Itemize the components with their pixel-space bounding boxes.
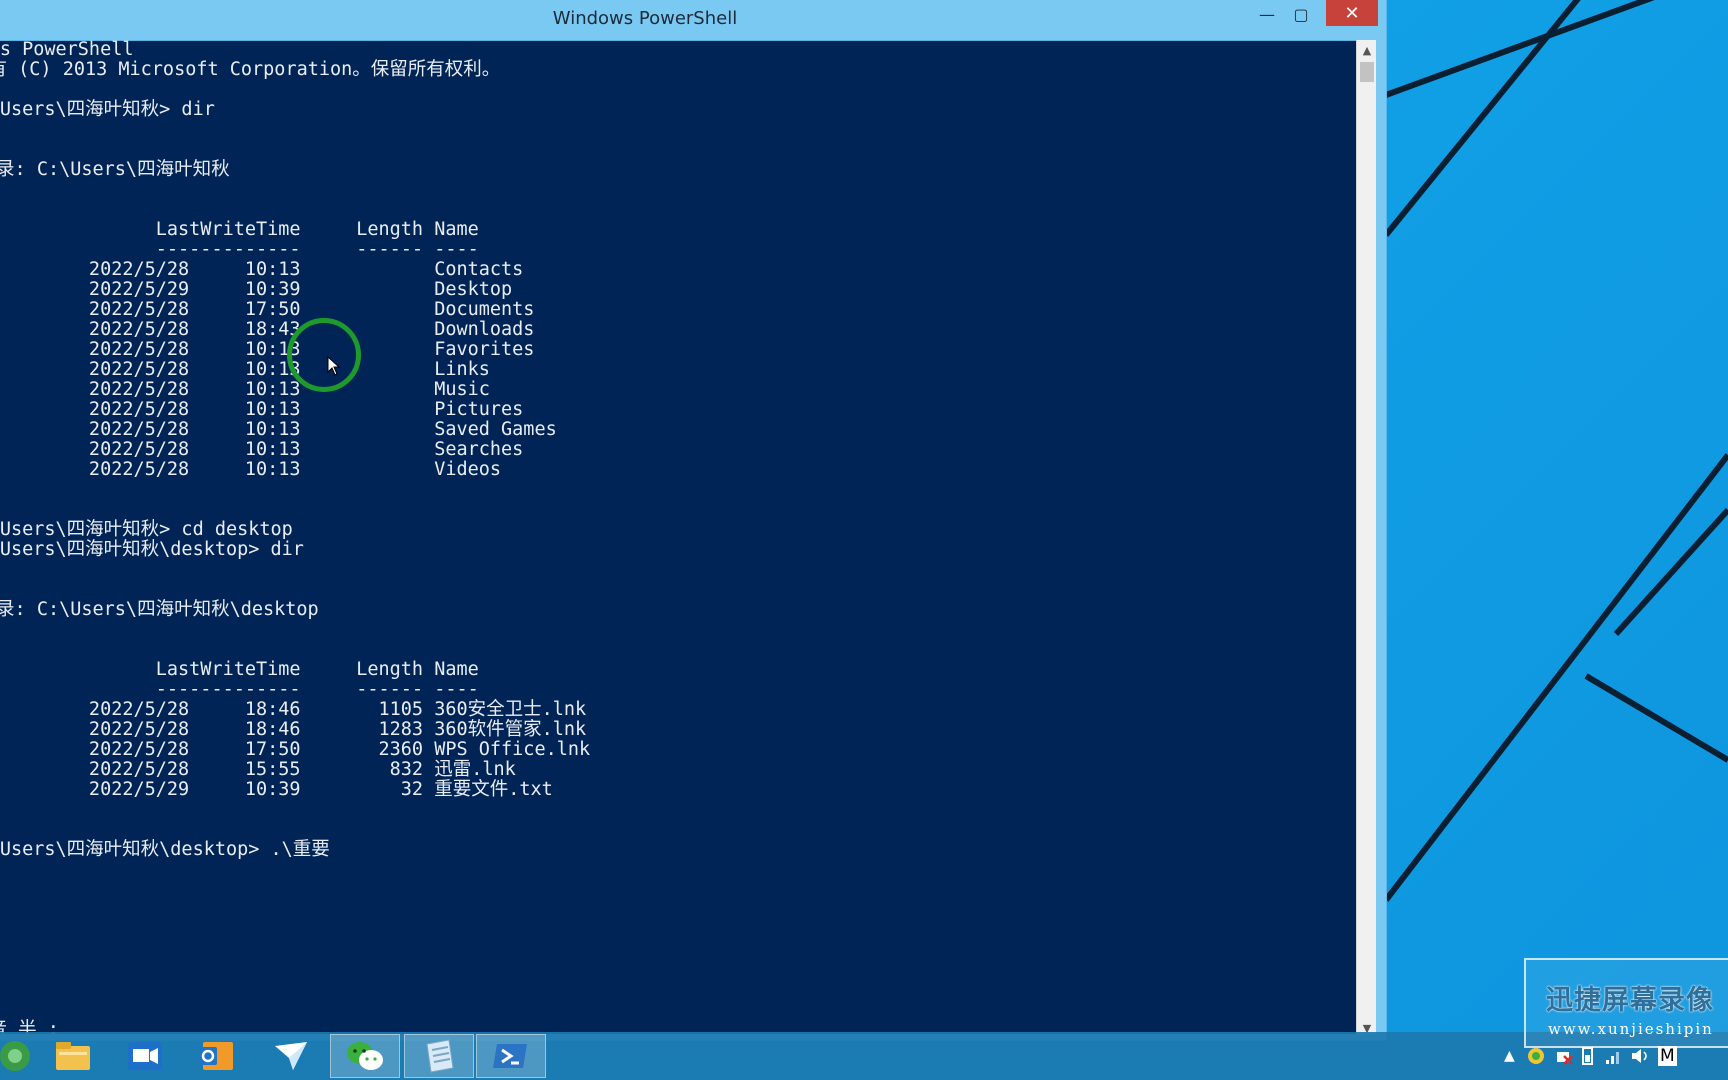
console-output[interactable]: Windows PowerShell版权所有 (C) 2013 Microsof… (0, 40, 1356, 1038)
taskbar-outlook[interactable] (182, 1034, 252, 1078)
console-line: d-r-- 2022/5/28 10:13 Searches (88, 439, 524, 460)
file-explorer-icon (56, 1042, 90, 1070)
taskbar-wechat[interactable] (330, 1034, 400, 1078)
signal-strength-icon[interactable] (1604, 1046, 1624, 1066)
console-text: Windows PowerShell版权所有 (C) 2013 Microsof… (0, 40, 590, 1038)
console-line: d-r-- 2022/5/28 10:13 Pictures (88, 399, 524, 420)
minimize-button[interactable]: — (1250, 0, 1284, 28)
mouse-pointer-icon (327, 356, 341, 376)
show-hidden-icons-button[interactable]: ▲ (1504, 1048, 1515, 1064)
console-line: PS C:\Users\四海叶知秋> dir (0, 99, 215, 120)
wechat-icon (347, 1042, 383, 1070)
console-line: 版权所有 (C) 2013 Microsoft Corporation。保留所有… (0, 59, 501, 80)
console-line: d-r-- 2022/5/29 10:39 Desktop (88, 279, 513, 300)
console-line: -a--- 2022/5/28 18:46 1283 360软件管家.lnk (88, 719, 587, 740)
notepad-icon (426, 1039, 454, 1073)
tray-app-icon[interactable] (1526, 1046, 1546, 1066)
taskbar-powershell[interactable] (476, 1034, 546, 1078)
console-line: -a--- 2022/5/28 17:50 2360 WPS Office.ln… (88, 739, 591, 760)
window-border-right (1376, 40, 1386, 1040)
console-line: d-r-- 2022/5/28 10:13 Videos (88, 459, 502, 480)
scroll-up-arrow-icon[interactable]: ▲ (1357, 40, 1377, 60)
window-title: Windows PowerShell (552, 8, 738, 29)
maximize-button[interactable]: ▢ (1284, 0, 1318, 28)
scroll-thumb[interactable] (1360, 62, 1374, 82)
console-prompt-line (0, 860, 590, 880)
console-line: 目录: C:\Users\四海叶知秋\desktop (0, 599, 319, 620)
console-line: d-r-- 2022/5/28 10:13 Music (88, 379, 490, 400)
console-line: Mode LastWriteTime Length Name (155, 219, 479, 240)
console-line: d-r-- 2022/5/28 10:13 Saved Games (88, 419, 557, 440)
console-line: d-r-- 2022/5/28 10:13 Contacts (88, 259, 524, 280)
console-line: 目录: C:\Users\四海叶知秋 (0, 159, 230, 180)
video-recorder-icon (128, 1042, 162, 1070)
taskbar-notepad[interactable] (404, 1034, 474, 1078)
console-line: -a--- 2022/5/29 10:39 32 重要文件.txt (88, 779, 553, 800)
ime-mode-indicator[interactable]: M (1658, 1046, 1677, 1066)
vertical-scrollbar[interactable]: ▲ ▼ (1356, 40, 1377, 1038)
taskbar-messenger[interactable] (256, 1034, 326, 1078)
taskbar-file-explorer[interactable] (38, 1034, 108, 1078)
browser-icon (0, 1041, 30, 1071)
screen-recorder-watermark: 迅捷屏幕录像 www.xunjieshipin (1524, 958, 1728, 1048)
console-line: d-r-- 2022/5/28 17:50 Documents (88, 299, 535, 320)
taskbar-screen-recorder[interactable] (110, 1034, 180, 1078)
console-line: PS C:\Users\四海叶知秋\desktop> .\重要 (0, 839, 330, 860)
title-bar[interactable]: Windows PowerShell — ▢ ✕ (0, 0, 1386, 41)
powershell-icon (493, 1044, 527, 1068)
console-line: PS C:\Users\四海叶知秋> cd desktop (0, 519, 293, 540)
watermark-title: 迅捷屏幕录像 (1546, 985, 1714, 1016)
click-highlight-ring (287, 318, 361, 392)
outlook-icon (199, 1042, 233, 1070)
battery-icon[interactable] (1580, 1046, 1596, 1066)
console-line: ---- ------------- ------ ---- (155, 679, 479, 700)
powershell-window[interactable]: Windows PowerShell — ▢ ✕ Windows PowerSh… (0, 0, 1386, 1040)
console-line: ---- ------------- ------ ---- (155, 239, 479, 260)
volume-icon[interactable] (1630, 1046, 1650, 1066)
console-line: PS C:\Users\四海叶知秋\desktop> dir (0, 539, 304, 560)
close-button[interactable]: ✕ (1326, 0, 1378, 26)
taskbar (0, 1032, 1728, 1080)
console-line: -a--- 2022/5/28 15:55 832 迅雷.lnk (88, 759, 516, 780)
console-line: Windows PowerShell (0, 40, 134, 60)
system-tray: ▲ M (1496, 1036, 1728, 1076)
console-line: Mode LastWriteTime Length Name (155, 659, 479, 680)
network-disconnected-icon[interactable] (1554, 1046, 1574, 1066)
console-line: -a--- 2022/5/28 18:46 1105 360安全卫士.lnk (88, 699, 587, 720)
bird-messenger-icon (275, 1042, 307, 1070)
